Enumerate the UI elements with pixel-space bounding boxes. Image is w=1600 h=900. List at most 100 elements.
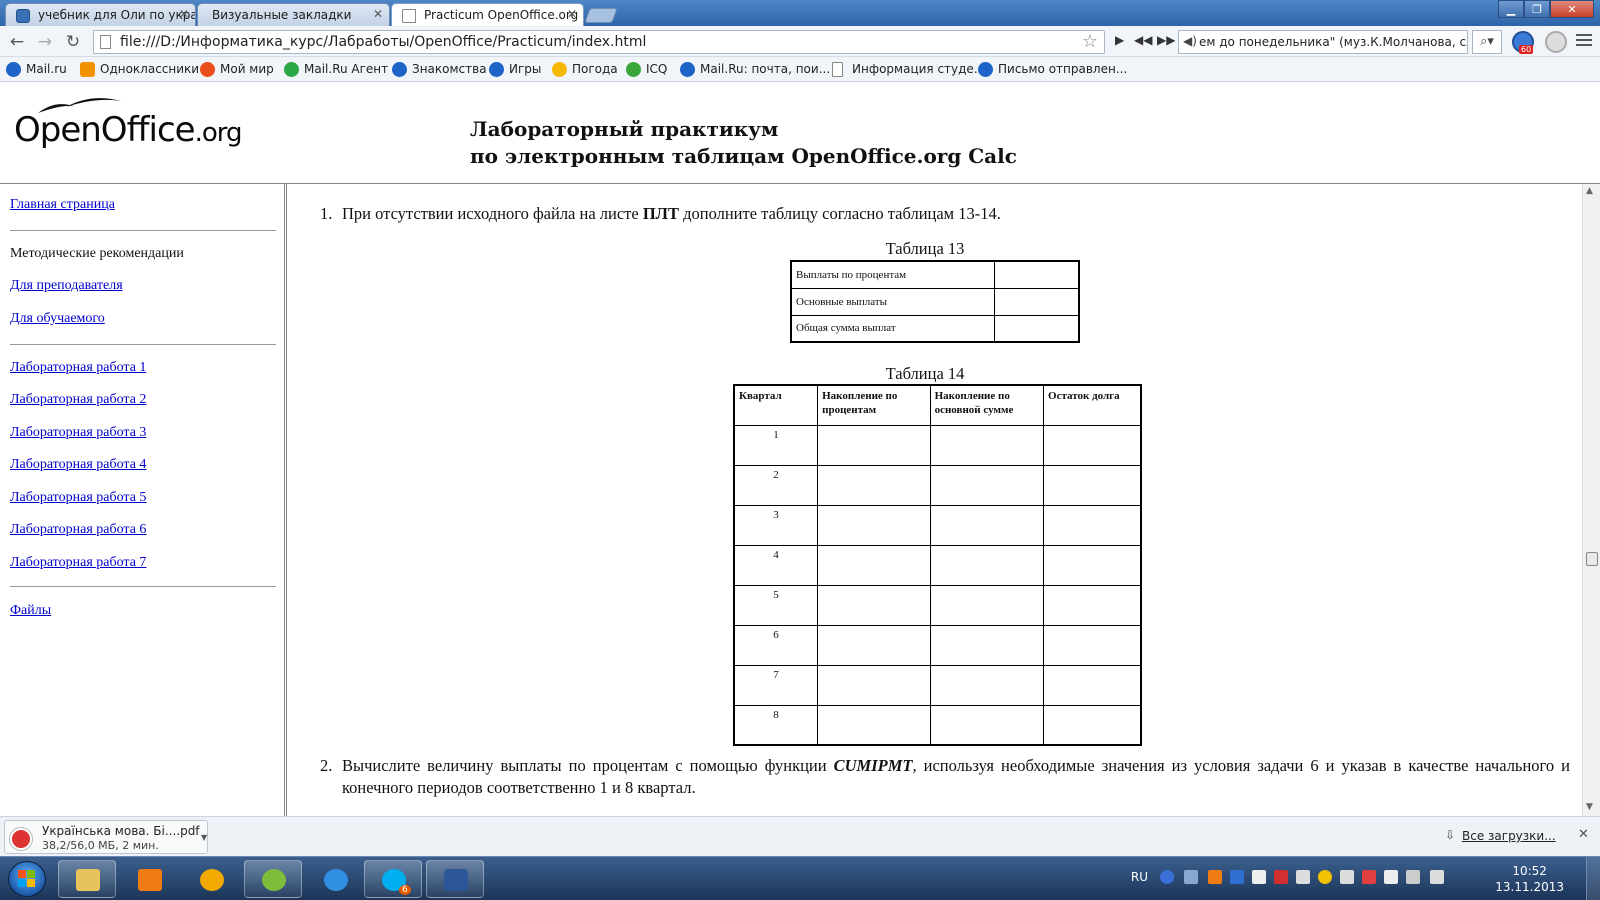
table-cell [1043, 624, 1142, 666]
menu-icon[interactable] [1576, 34, 1592, 49]
sidebar-divider [10, 230, 276, 231]
tab-textbook[interactable]: учебник для Оли по укра ✕ [5, 3, 196, 26]
help-icon[interactable] [1160, 870, 1174, 884]
tray-app-icon[interactable] [1208, 870, 1222, 884]
taskbar-mail-agent[interactable] [182, 860, 240, 898]
taskbar-chrome[interactable] [244, 860, 302, 898]
sidebar-link-lab-7[interactable]: Лабораторная работа 7 [10, 555, 146, 571]
tray-app-icon[interactable] [1340, 870, 1354, 884]
bookmark-mail-agent[interactable]: Mail.Ru Агент [284, 62, 388, 77]
scrollbar-thumb[interactable] [1586, 552, 1598, 566]
download-progress-text: 38,2/56,0 МБ, 2 мин. [42, 839, 159, 852]
tab-title: Practicum OpenOffice.org [424, 8, 579, 22]
back-button[interactable]: ← [6, 31, 28, 53]
bookmark-mail-search[interactable]: Mail.Ru: почта, пои... [680, 62, 830, 77]
page-icon [832, 62, 843, 77]
sidebar-link-lab-4[interactable]: Лабораторная работа 4 [10, 457, 146, 473]
bookmark-odnoklassniki[interactable]: Одноклассники [80, 62, 199, 77]
tray-app-icon[interactable] [1362, 870, 1376, 884]
bookmark-student-info[interactable]: Информация студе... [832, 62, 985, 77]
bookmark-letter-sent[interactable]: Письмо отправлен... [978, 62, 1127, 77]
taskbar-skype[interactable]: 6 [364, 860, 422, 898]
tray-app-icon[interactable] [1384, 870, 1398, 884]
minimize-button[interactable]: ▁ [1498, 0, 1524, 18]
scroll-down-icon[interactable]: ▼ [1586, 802, 1593, 812]
rewind-icon[interactable]: ◀◀ [1134, 33, 1152, 47]
bookmark-star-icon[interactable]: ☆ [1082, 31, 1098, 52]
show-all-downloads-link[interactable]: Все загрузки... [1462, 829, 1556, 843]
bookmark-mail-ru[interactable]: Mail.ru [6, 62, 67, 77]
bookmark-pogoda[interactable]: Погода [552, 62, 618, 77]
download-arrow-icon: ⇩ [1445, 828, 1456, 842]
browser-toolbar: ← → ↻ file:///D:/Информатика_курс/Лабраб… [0, 26, 1600, 57]
play-icon[interactable]: ▶ [1115, 33, 1124, 47]
sidebar-link-lab-2[interactable]: Лабораторная работа 2 [10, 392, 146, 408]
restore-button[interactable]: ❐ [1524, 0, 1550, 18]
sidebar-link-files[interactable]: Файлы [10, 603, 51, 619]
tray-app-icon[interactable] [1274, 870, 1288, 884]
show-desktop-button[interactable] [1586, 857, 1600, 900]
download-item[interactable]: Українська мова. Бі....pdf 38,2/56,0 МБ,… [4, 820, 208, 854]
table-cell [1043, 704, 1142, 746]
tab-practicum[interactable]: Practicum OpenOffice.org ✕ [391, 3, 584, 27]
item-number: 2. [320, 756, 333, 775]
taskbar-explorer[interactable] [58, 860, 116, 898]
network-icon[interactable] [1184, 870, 1198, 884]
fast-forward-icon[interactable]: ▶▶ [1157, 33, 1175, 47]
table-cell [929, 464, 1045, 506]
forward-button[interactable]: → [34, 31, 56, 53]
sidebar-link-lab-3[interactable]: Лабораторная работа 3 [10, 425, 146, 441]
sidebar-link-lab-5[interactable]: Лабораторная работа 5 [10, 490, 146, 506]
taskbar-word[interactable] [426, 860, 484, 898]
tab-title: учебник для Оли по укра [38, 8, 196, 22]
tray-app-icon[interactable] [1318, 870, 1332, 884]
odnoklassniki-icon [80, 62, 95, 77]
address-bar[interactable]: file:///D:/Информатика_курс/Лабработы/Op… [93, 30, 1105, 54]
close-icon[interactable]: ✕ [1578, 827, 1589, 842]
new-tab-button[interactable] [584, 8, 618, 23]
search-icon[interactable]: ⌕▾ [1472, 30, 1502, 54]
close-icon[interactable]: ✕ [179, 7, 189, 21]
quarter-cell: 6 [733, 624, 819, 666]
flag-icon[interactable] [1252, 870, 1266, 884]
bookmark-moy-mir[interactable]: Мой мир [200, 62, 274, 77]
close-window-button[interactable]: ✕ [1550, 0, 1594, 18]
word-icon [444, 869, 468, 891]
close-icon[interactable]: ✕ [373, 7, 383, 21]
volume-icon[interactable] [1430, 870, 1444, 884]
table-row: 2 [733, 464, 1142, 506]
system-clock[interactable]: 10:52 13.11.2013 [1495, 863, 1564, 895]
page-icon [402, 9, 416, 23]
url-text[interactable]: file:///D:/Информатика_курс/Лабработы/Op… [120, 34, 646, 50]
tray-app-icon[interactable] [1296, 870, 1310, 884]
extension-icon[interactable] [1545, 31, 1567, 53]
table-cell [817, 424, 931, 466]
radio-player-box[interactable]: ◀) ем до понедельника" (муз.К.Молчанова,… [1178, 30, 1468, 54]
signal-icon[interactable] [1406, 870, 1420, 884]
weather-sun-icon [552, 62, 567, 77]
sidebar-link-teacher[interactable]: Для преподавателя [10, 278, 123, 294]
language-indicator[interactable]: RU [1131, 870, 1148, 884]
bookmark-igry[interactable]: Игры [489, 62, 541, 77]
bookmark-znakomstva[interactable]: Знакомства [392, 62, 487, 77]
reload-button[interactable]: ↻ [62, 31, 84, 53]
table-cell [817, 464, 931, 506]
mail-ru-icon [6, 62, 21, 77]
sidebar-link-student[interactable]: Для обучаемого [10, 311, 105, 327]
sidebar-heading-methods: Методические рекомендации [10, 246, 184, 261]
moy-mir-icon [200, 62, 215, 77]
bluetooth-icon[interactable] [1230, 870, 1244, 884]
vertical-scrollbar[interactable]: ▲ ▼ [1582, 184, 1600, 816]
taskbar-internet-explorer[interactable] [306, 860, 364, 898]
bookmark-icq[interactable]: ICQ [626, 62, 667, 77]
table-cell: Основные выплаты [790, 287, 995, 316]
sidebar-link-home[interactable]: Главная страница [10, 197, 115, 213]
table-row: 8 [733, 704, 1142, 746]
taskbar-media-player[interactable] [120, 860, 178, 898]
close-icon[interactable]: ✕ [567, 7, 577, 21]
chevron-down-icon[interactable]: ▼ [201, 833, 207, 842]
tab-visual-bookmarks[interactable]: Визуальные закладки ✕ [197, 3, 390, 26]
sidebar-link-lab-6[interactable]: Лабораторная работа 6 [10, 522, 146, 538]
scroll-up-icon[interactable]: ▲ [1586, 186, 1593, 196]
sidebar-link-lab-1[interactable]: Лабораторная работа 1 [10, 360, 146, 376]
